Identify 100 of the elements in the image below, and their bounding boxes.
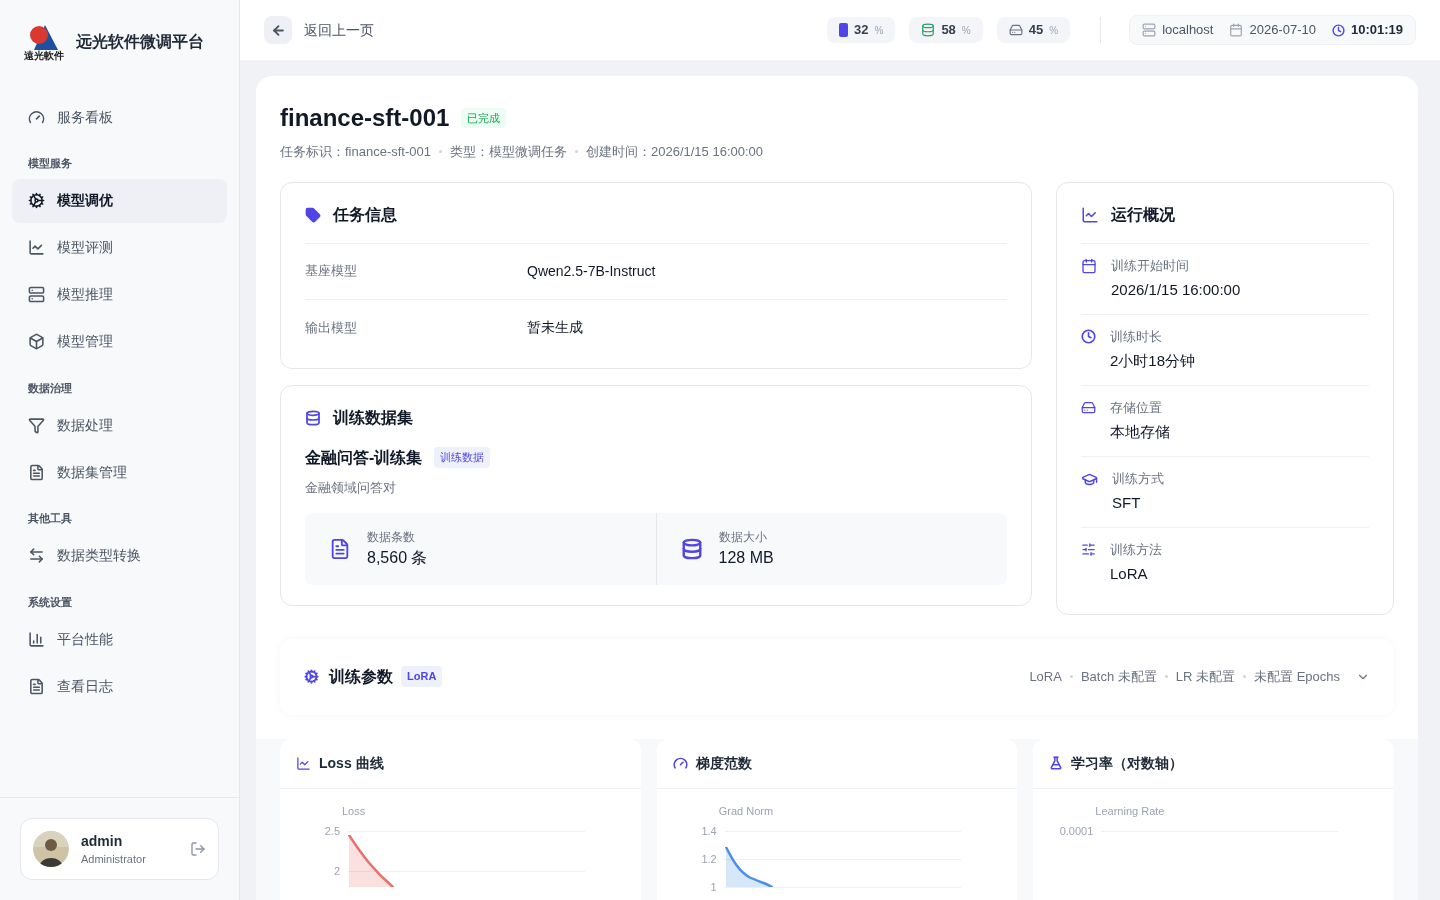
database-icon: [680, 538, 703, 560]
logo-icon: [29, 23, 59, 51]
curve-drawing: [724, 847, 773, 887]
task-meta: 创建时间：2026/1/15 16:00:00: [586, 143, 764, 161]
line-chart-icon: [1081, 205, 1099, 224]
axis-label: Grad Norm: [717, 803, 775, 819]
overview-label: 训练开始时间: [1111, 256, 1190, 275]
nav-item[interactable]: 查看日志: [12, 664, 227, 708]
tag-icon: [305, 206, 321, 223]
nav-section-title: 其他工具: [27, 511, 73, 526]
calendar-icon: [1081, 257, 1097, 274]
task-title: finance-sft-001: [280, 103, 450, 133]
axis-tick: 2: [332, 864, 341, 879]
field-value: Qwen2.5-7B-Instruct: [527, 261, 656, 281]
field-value: 暂未生成: [527, 318, 583, 337]
calendar-icon: [1229, 23, 1244, 37]
gpu-icon: [839, 23, 848, 37]
curve-drawing: [348, 835, 394, 887]
nav-item[interactable]: 数据处理: [12, 403, 227, 447]
clock-icon: [1081, 328, 1096, 344]
stat-label: 数据大小: [718, 529, 768, 546]
nav-item[interactable]: 模型推理: [12, 272, 227, 317]
time-text: 10:01:19: [1350, 21, 1403, 40]
stat-value: 8,560 条: [367, 548, 428, 568]
user-card[interactable]: admin Administrator: [20, 817, 219, 880]
axis-label: Loss: [341, 803, 367, 819]
logo-caption: 遠光軟件: [24, 51, 64, 61]
database-icon: [305, 409, 321, 426]
gauge-icon: [672, 755, 688, 771]
task-meta: 任务标识：finance-sft-001: [280, 143, 431, 161]
dataset-tag: 训练数据: [434, 447, 491, 468]
stat-label: 数据条数: [367, 529, 416, 546]
bar-chart-icon: [28, 630, 45, 648]
overview-value: 本地存储: [1110, 422, 1170, 442]
task-meta: 类型：模型微调任务: [450, 143, 567, 161]
field-label: 基座模型: [305, 262, 358, 281]
nav-item[interactable]: 模型管理: [12, 319, 227, 364]
brand-title: 远光软件微调平台: [76, 32, 204, 52]
axis-tick: 1: [709, 880, 718, 895]
drive-icon: [1008, 23, 1023, 37]
back-button[interactable]: [264, 16, 292, 44]
overview-value: LoRA: [1110, 564, 1149, 584]
gears-icon: [28, 192, 45, 209]
axis-tick: 1.2: [700, 852, 718, 867]
arrows-icon: [28, 547, 45, 564]
date-text: 2026-07-10: [1249, 21, 1316, 40]
drive-icon: [1081, 399, 1096, 415]
status-badge: 已完成: [461, 107, 507, 129]
database-icon: [921, 23, 936, 37]
nav-item[interactable]: 平台性能: [12, 617, 227, 661]
flask-icon: [1049, 756, 1064, 770]
params-bar[interactable]: 训练参数 LoRA LoRA Batch 未配置 LR 未配置 未配置 Epochs: [280, 638, 1394, 715]
chart-title: 梯度范数: [695, 753, 752, 773]
axis-label: Learning Rate: [1094, 803, 1166, 819]
sliders-icon: [1081, 541, 1096, 557]
param-summary: LR 未配置: [1175, 667, 1235, 686]
overview-label: 训练方式: [1112, 469, 1164, 488]
overview-value: SFT: [1112, 493, 1142, 513]
back-label[interactable]: 返回上一页: [304, 19, 374, 41]
document-icon: [28, 677, 45, 695]
overview-value: 2026/1/15 16:00:00: [1111, 280, 1241, 300]
param-summary: LoRA: [1029, 667, 1062, 686]
usage-chip: 58 %: [909, 17, 983, 43]
nav-item[interactable]: 数据类型转换: [12, 533, 227, 578]
overview-label: 训练方法: [1110, 540, 1162, 559]
line-chart-icon: [296, 755, 311, 771]
stat-value: 128 MB: [718, 548, 774, 568]
server-icon: [1142, 23, 1157, 37]
usage-chip: 32 %: [827, 17, 896, 43]
box-icon: [28, 333, 45, 350]
clock-icon: [1331, 23, 1345, 37]
method-badge: LoRA: [401, 666, 443, 687]
nav-item[interactable]: 模型调优: [12, 178, 227, 223]
nav-section-title: 数据治理: [27, 380, 73, 396]
field-label: 输出模型: [305, 318, 358, 337]
filter-icon: [28, 416, 45, 434]
card-title: 训练数据集: [333, 407, 413, 428]
axis-tick: 0.0001: [1058, 824, 1095, 839]
nav-item[interactable]: 服务看板: [12, 95, 227, 139]
card-title: 运行概况: [1111, 204, 1175, 225]
overview-label: 训练时长: [1110, 327, 1163, 346]
param-summary: 未配置 Epochs: [1254, 667, 1340, 686]
params-title: 训练参数: [329, 666, 393, 687]
chart-title: Loss 曲线: [319, 753, 384, 773]
server-icon: [28, 286, 45, 303]
document-icon: [329, 538, 351, 560]
logout-icon[interactable]: [190, 840, 206, 857]
document-icon: [28, 463, 45, 481]
nav-item[interactable]: 模型评测: [12, 225, 227, 270]
dataset-description: 金融领域问答对: [305, 478, 397, 497]
nav-item[interactable]: 数据集管理: [12, 450, 227, 494]
nav-section-title: 模型服务: [27, 156, 73, 171]
axis-tick: 2.5: [323, 824, 341, 839]
axis-tick: 1.4: [700, 824, 718, 839]
gear-icon: [304, 669, 319, 684]
user-role: Administrator: [81, 851, 147, 867]
host-name: localhost: [1162, 21, 1214, 40]
chart-title: 学习率（对数轴）: [1071, 753, 1184, 773]
usage-chip: 45 %: [996, 17, 1071, 43]
dataset-name: 金融问答-训练集: [305, 447, 423, 468]
